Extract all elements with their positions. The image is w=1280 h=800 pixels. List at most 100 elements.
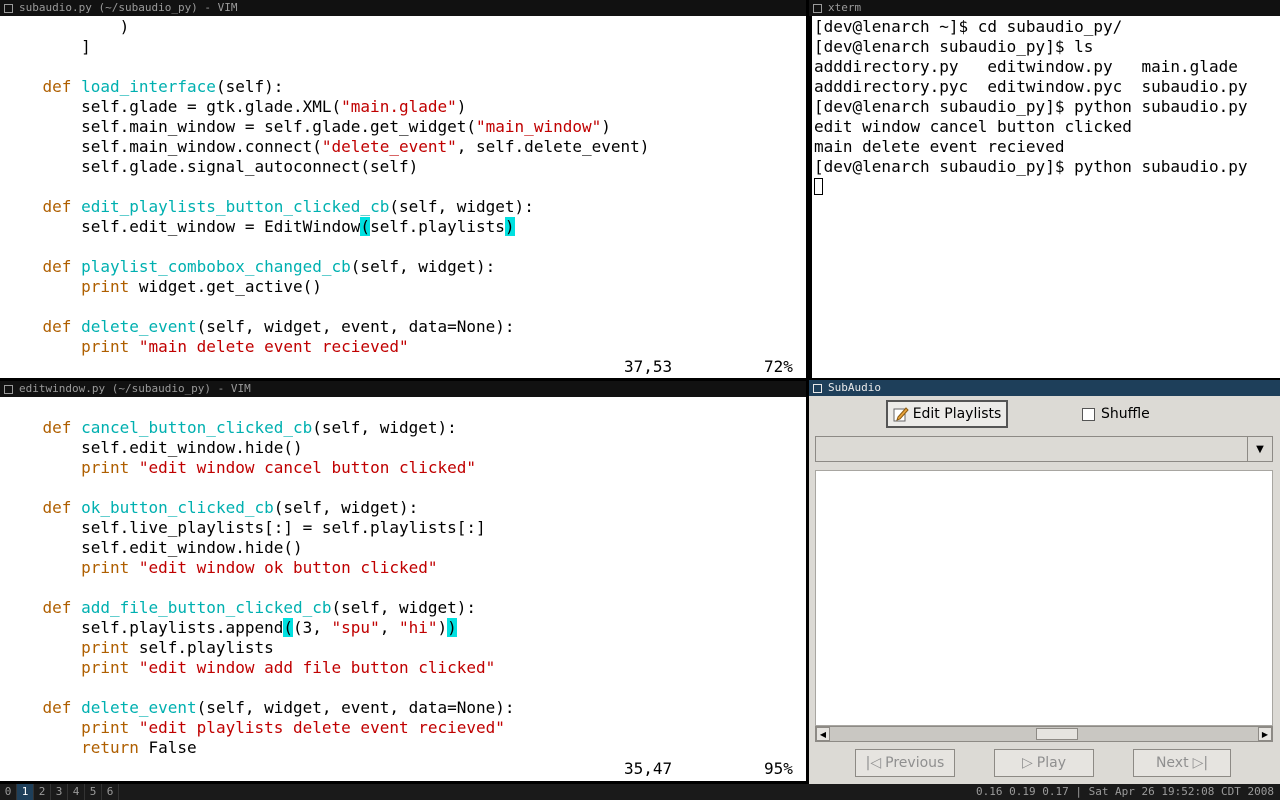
vim-bottom-titlebar[interactable]: editwindow.py (~/subaudio_py) - VIM <box>0 381 806 397</box>
code-token: "edit window cancel button clicked" <box>138 458 477 477</box>
code-token: def <box>42 77 72 96</box>
code-line: self.glade = gtk.glade.XML("main.glade") <box>4 97 806 117</box>
code-line: def delete_event(self, widget, event, da… <box>4 317 806 337</box>
xterm-terminal[interactable]: [dev@lenarch ~]$ cd subaudio_py/ [dev@le… <box>812 16 1280 378</box>
matching-paren: ) <box>504 217 515 236</box>
vim-top-editor[interactable]: ) ] def load_interface(self): self.glade… <box>0 16 806 378</box>
code-token: ok_button_clicked_cb <box>81 498 274 517</box>
scroll-right-icon[interactable]: ▶ <box>1258 727 1272 741</box>
code-token: add_file_button_clicked_cb <box>81 598 332 617</box>
code-token: (self, widget, event, data=None): <box>196 317 515 336</box>
code-token: "edit window ok button clicked" <box>138 558 438 577</box>
code-line: ] <box>4 37 806 57</box>
shuffle-checkbox[interactable]: Shuffle <box>1082 406 1150 422</box>
code-token: def <box>42 257 72 276</box>
edit-pencil-icon <box>893 407 909 422</box>
chevron-down-icon[interactable]: ▼ <box>1247 437 1272 461</box>
code-token: "spu" <box>331 618 380 637</box>
code-token: delete_event <box>81 698 197 717</box>
code-token: "edit window add file button clicked" <box>138 658 496 677</box>
vim-top-titlebar[interactable]: subaudio.py (~/subaudio_py) - VIM <box>0 0 806 16</box>
window-box-icon <box>813 383 822 393</box>
code-token: print <box>81 658 130 677</box>
play-label: Play <box>1036 755 1066 771</box>
workspace-2[interactable]: 2 <box>34 784 51 800</box>
subaudio-titlebar[interactable]: SubAudio <box>809 380 1280 396</box>
code-line: return False <box>4 738 806 758</box>
code-token: self.glade = gtk.glade.XML( <box>4 97 342 116</box>
vim-bottom-editor[interactable]: def cancel_button_clicked_cb(self, widge… <box>0 397 806 781</box>
code-token: print <box>81 277 130 296</box>
vim-top-percent: 72% <box>764 357 793 376</box>
matching-paren: ) <box>447 618 457 637</box>
code-token: self.live_playlists[:] = self.playlists[… <box>4 518 486 537</box>
code-line: self.main_window = self.glade.get_widget… <box>4 117 806 137</box>
code-line: def cancel_button_clicked_cb(self, widge… <box>4 418 806 438</box>
playlist-tracks-list[interactable] <box>815 470 1273 726</box>
code-token: self.playlists <box>129 638 274 657</box>
code-line: def edit_playlists_button_clicked_cb(sel… <box>4 197 806 217</box>
terminal-cursor-line <box>814 177 1247 197</box>
playlist-combobox[interactable]: ▼ <box>815 436 1273 462</box>
xterm-titlebar[interactable]: xterm <box>809 0 1280 16</box>
code-token: def <box>42 317 72 336</box>
vim-bottom-cursor-pos: 35,47 <box>624 759 673 778</box>
vim-top-code[interactable]: ) ] def load_interface(self): self.glade… <box>4 17 806 357</box>
code-token: (self, widget): <box>312 418 457 437</box>
code-line: self.edit_window.hide() <box>4 538 806 558</box>
code-token: "main_window" <box>476 117 602 136</box>
code-token: return <box>81 738 139 757</box>
edit-playlists-button[interactable]: Edit Playlists <box>886 400 1008 428</box>
code-token: "main delete event recieved" <box>138 337 409 356</box>
code-token: self.main_window = self.glade.get_widget… <box>4 117 477 136</box>
code-token: (3, <box>293 618 332 637</box>
workspace-3[interactable]: 3 <box>51 784 68 800</box>
code-line: def ok_button_clicked_cb(self, widget): <box>4 498 806 518</box>
code-line: print "edit playlists delete event recie… <box>4 718 806 738</box>
workspace-0[interactable]: 0 <box>0 784 17 800</box>
code-line: print widget.get_active() <box>4 277 806 297</box>
play-button[interactable]: ▷ Play <box>994 749 1094 777</box>
code-token: print <box>81 638 130 657</box>
code-line: print self.playlists <box>4 638 806 658</box>
previous-button[interactable]: |◁ Previous <box>855 749 955 777</box>
horizontal-scrollbar[interactable]: ◀ ▶ <box>815 726 1273 742</box>
code-token: def <box>42 498 72 517</box>
workspace-5[interactable]: 5 <box>85 784 102 800</box>
workspace-6[interactable]: 6 <box>102 784 119 800</box>
terminal-cursor <box>814 178 823 195</box>
next-button[interactable]: Next ▷| <box>1133 749 1231 777</box>
vim-bottom-percent: 95% <box>764 759 793 778</box>
code-token: self.glade.signal_autoconnect(self) <box>4 157 419 176</box>
code-token: False <box>138 738 197 757</box>
code-token: def <box>42 418 72 437</box>
scroll-left-icon[interactable]: ◀ <box>816 727 830 741</box>
code-token: (self): <box>215 77 284 96</box>
system-status: 0.16 0.19 0.17 | Sat Apr 26 19:52:08 CDT… <box>975 785 1274 798</box>
code-token: (self, widget): <box>389 197 534 216</box>
code-token: self.playlists <box>370 217 505 236</box>
vim-bottom-code[interactable]: def cancel_button_clicked_cb(self, widge… <box>4 398 806 758</box>
code-line: self.glade.signal_autoconnect(self) <box>4 157 806 177</box>
previous-label: Previous <box>885 755 945 771</box>
code-token: (self, widget): <box>331 598 477 617</box>
workspace-1[interactable]: 1 <box>17 784 34 800</box>
code-token: delete_event <box>81 317 197 336</box>
scrollbar-thumb[interactable] <box>1036 728 1078 740</box>
workspace-4[interactable]: 4 <box>68 784 85 800</box>
code-line: print "edit window add file button click… <box>4 658 806 678</box>
shuffle-checkbox-box[interactable] <box>1082 407 1095 421</box>
code-line: self.edit_window = EditWindow(self.playl… <box>4 217 806 237</box>
